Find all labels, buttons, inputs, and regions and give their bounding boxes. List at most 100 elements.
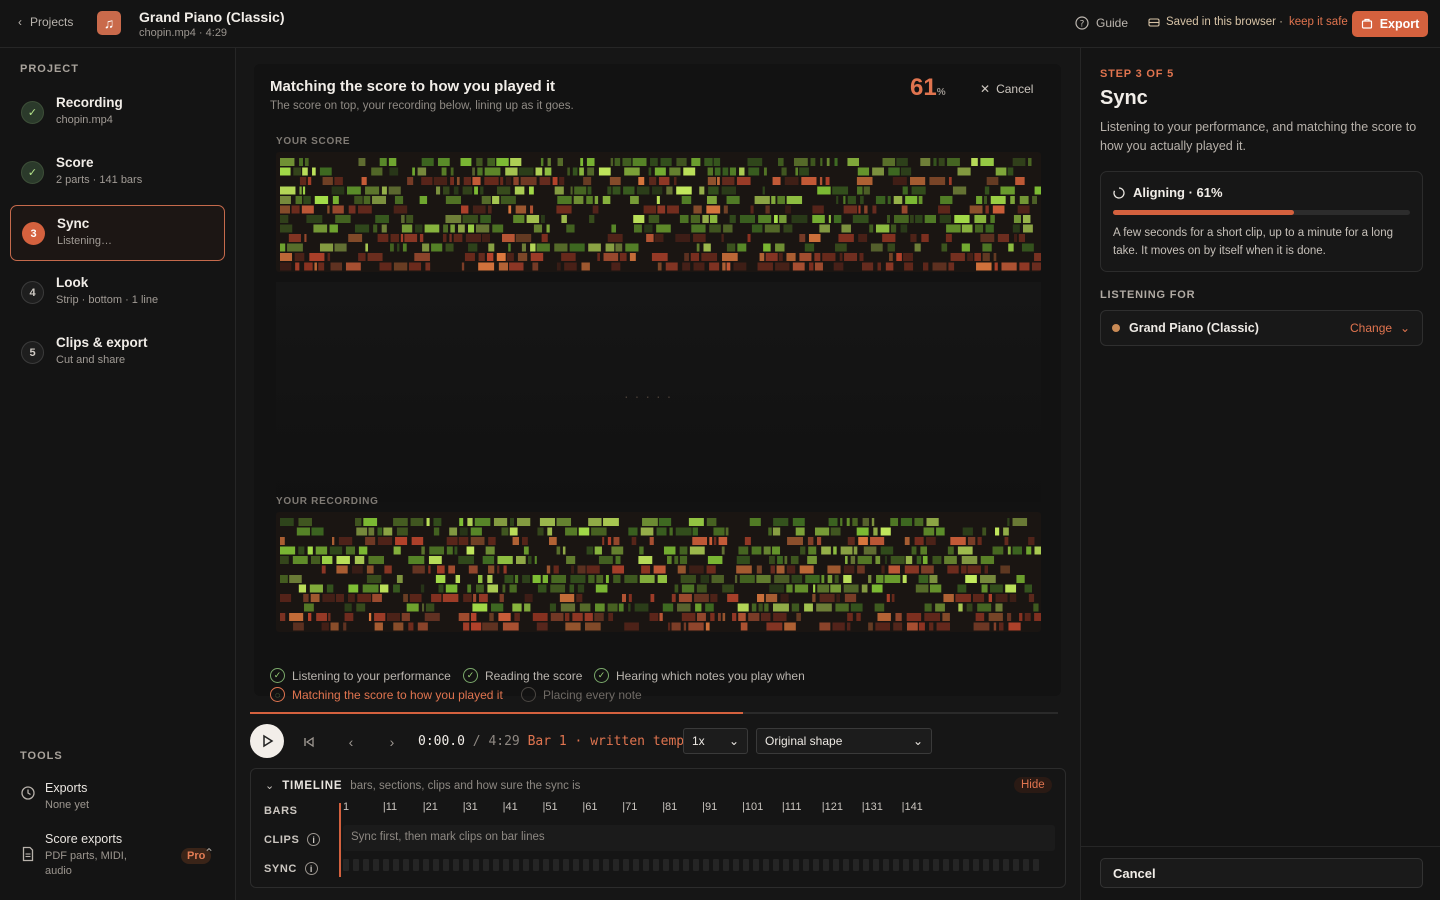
note-block — [654, 234, 664, 242]
note-block — [940, 196, 953, 204]
note-block — [705, 603, 714, 612]
note-block — [990, 215, 995, 223]
note-block — [425, 603, 435, 612]
note-block — [754, 196, 770, 204]
note-block — [748, 613, 760, 621]
note-block — [775, 262, 790, 271]
previous-bar-button[interactable]: ‹ — [341, 732, 361, 752]
note-block — [639, 546, 644, 555]
note-block — [948, 177, 952, 185]
note-block — [517, 253, 528, 261]
timeline-header[interactable]: ⌄ TIMELINE bars, sections, clips and how… — [265, 779, 580, 793]
note-block — [1028, 158, 1032, 166]
back-to-projects-link[interactable]: ‹ Projects — [18, 15, 73, 29]
sync-cell — [423, 859, 429, 871]
tool-subtitle: None yet — [45, 799, 90, 811]
note-block — [299, 177, 307, 185]
step-description: Listening to your performance, and match… — [1100, 120, 1417, 153]
note-block — [948, 262, 955, 271]
note-block — [786, 584, 793, 593]
note-block — [708, 186, 719, 195]
skip-to-start-button[interactable] — [299, 732, 319, 752]
note-block — [926, 518, 939, 526]
note-block — [857, 186, 863, 195]
note-block — [314, 196, 329, 204]
note-block — [649, 613, 659, 621]
note-block — [965, 575, 977, 583]
note-block — [478, 253, 485, 261]
sync-cell — [493, 859, 499, 871]
chevron-left-icon: ‹ — [348, 734, 354, 750]
sync-cell — [783, 859, 789, 871]
document-icon — [22, 846, 34, 862]
speed-select[interactable]: 1x ⌄ — [683, 728, 748, 754]
back-label: Projects — [30, 15, 74, 29]
note-block — [929, 622, 934, 631]
step-score[interactable]: ✓ Score 2 parts · 141 bars — [10, 145, 225, 201]
tempo-shape-select[interactable]: Original shape ⌄ — [756, 728, 932, 754]
note-block — [847, 537, 855, 545]
checklist-item-current: ◌ Matching the score to how you played it — [270, 687, 503, 702]
chevron-up-icon[interactable]: ⌃ — [204, 846, 214, 860]
note-block — [992, 205, 1005, 214]
sync-confidence-lane — [343, 859, 1055, 871]
note-block — [1018, 234, 1026, 242]
note-block — [554, 243, 568, 252]
note-block — [681, 584, 695, 593]
note-block — [520, 177, 537, 185]
note-block — [729, 215, 736, 223]
sidebar: PROJECT ✓ Recording chopin.mp4 ✓ Score 2… — [0, 48, 236, 900]
note-block — [895, 613, 902, 621]
info-icon[interactable]: i — [307, 833, 321, 846]
keep-it-safe-link[interactable]: keep it safe — [1289, 16, 1348, 28]
clips-lane[interactable]: Sync first, then mark clips on bar lines — [343, 825, 1055, 851]
note-block — [549, 603, 556, 612]
info-icon[interactable]: i — [304, 862, 318, 875]
guide-button[interactable]: ? Guide — [1075, 16, 1128, 30]
storage-icon — [1148, 18, 1160, 27]
step-look[interactable]: 4 Look Strip · bottom · 1 line — [10, 265, 225, 321]
change-instrument-button[interactable]: Change ⌄ — [1350, 321, 1410, 335]
note-block — [736, 177, 751, 185]
note-block — [722, 167, 729, 176]
tool-exports[interactable]: Exports None yet — [20, 781, 220, 815]
note-block — [540, 215, 545, 223]
note-block — [407, 177, 414, 185]
instrument-selector[interactable]: Grand Piano (Classic) Change ⌄ — [1100, 310, 1423, 346]
note-block — [935, 603, 945, 612]
tool-title: Exports — [45, 781, 88, 795]
note-block — [527, 556, 532, 564]
note-block — [345, 262, 361, 271]
save-status: Saved in this browser · keep it safe — [1148, 16, 1348, 28]
playhead[interactable] — [339, 803, 341, 877]
note-block — [984, 196, 988, 204]
note-block — [445, 215, 462, 223]
export-button[interactable]: Export — [1352, 11, 1428, 37]
next-bar-button[interactable]: › — [382, 732, 402, 752]
tool-score-exports[interactable]: Score exports PDF parts, MIDI, audio Pro… — [20, 832, 220, 882]
note-block — [500, 196, 516, 204]
note-block — [781, 167, 787, 176]
note-block — [442, 234, 447, 242]
note-block — [918, 622, 925, 631]
note-block — [354, 196, 363, 204]
step-sync[interactable]: 3 Sync Listening… — [10, 205, 225, 261]
note-block — [587, 167, 595, 176]
note-block — [371, 167, 383, 176]
note-block — [559, 177, 565, 185]
note-block — [885, 262, 894, 271]
note-block — [368, 556, 385, 564]
step-recording[interactable]: ✓ Recording chopin.mp4 — [10, 85, 225, 141]
cancel-sync-button[interactable]: ✕ Cancel — [980, 82, 1033, 96]
note-block — [501, 527, 509, 536]
note-block — [280, 167, 291, 176]
note-block — [546, 224, 550, 233]
note-block — [515, 205, 527, 214]
play-button[interactable] — [250, 724, 284, 758]
note-block — [800, 546, 806, 555]
step-clips-export[interactable]: 5 Clips & export Cut and share — [10, 325, 225, 381]
sync-cell — [543, 859, 549, 871]
hide-timeline-button[interactable]: Hide — [1014, 777, 1052, 793]
note-block — [570, 186, 573, 195]
cancel-button[interactable]: Cancel — [1100, 858, 1423, 888]
